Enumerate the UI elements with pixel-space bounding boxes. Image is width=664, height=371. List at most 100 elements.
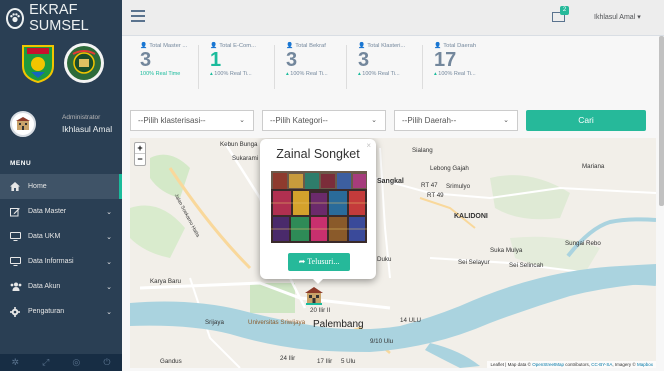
explore-button[interactable]: ➦ Telusuri... (288, 253, 350, 271)
sidebar-item-data-akun[interactable]: Data Akun ⌄ (0, 274, 122, 299)
license-link[interactable]: CC-BY-SA (591, 362, 612, 367)
chevron-down-icon: ⌄ (106, 258, 112, 266)
map-label: Suka Mulya (490, 247, 523, 254)
map-label: RT 49 (427, 192, 444, 199)
map-label: 20 Ilir II (310, 307, 331, 314)
select-value: --Pilih Daerah-- (402, 116, 457, 125)
power-icon[interactable]: ⏻ (103, 357, 110, 368)
desktop-icon (10, 232, 24, 241)
page-scrollbar[interactable] (659, 36, 664, 206)
select-value: --Pilih Kategori-- (270, 116, 328, 125)
top-nav: 2 Ikhlasul Amal ▾ (122, 0, 664, 36)
sidebar-item-data-master[interactable]: Data Master ⌄ (0, 199, 122, 224)
users-icon (10, 282, 24, 291)
mail-count-badge: 2 (560, 6, 569, 15)
sidebar: EKRAF SUMSEL Administrator Ikhlasul Amal… (0, 0, 122, 371)
main-content: 👤 Total Master ... 3 100% Real Time 👤 Tota… (122, 36, 664, 371)
map-label: Gandus (160, 358, 182, 365)
map-label: Sei Selincah (509, 262, 544, 269)
search-button[interactable]: Cari (526, 110, 646, 131)
sidebar-item-pengaturan[interactable]: Pengaturan ⌄ (0, 299, 122, 324)
attribution-text: Leaflet | Map data © (490, 362, 531, 367)
zoom-in-button[interactable]: + (135, 143, 145, 154)
tile-total-master: 👤 Total Master ... 3 100% Real Time (128, 43, 187, 91)
profile[interactable]: Administrator Ikhlasul Amal (0, 98, 122, 150)
kategori-select[interactable]: --Pilih Kategori-- ⌄ (262, 110, 386, 131)
city-emblem-icon (63, 42, 105, 84)
sidebar-footer: ✲ ⤢ ◎ ⏻ (0, 354, 122, 371)
osm-link[interactable]: OpenStreetMap (532, 362, 564, 367)
map-label: Srimulyo (446, 183, 471, 190)
chevron-down-icon: ⌄ (106, 283, 112, 291)
brand-title: EKRAF SUMSEL (29, 2, 89, 34)
sidebar-item-label: Pengaturan (28, 308, 65, 315)
chevron-down-icon: ⌄ (106, 308, 112, 316)
tile-total-daerah: 👤 Total Daerah 17 ▴ 100% Real Ti... (422, 43, 476, 91)
map-label: Sialang (412, 147, 433, 154)
chevron-down-icon: ⌄ (239, 117, 245, 124)
attribution-text: , Imagery © (612, 362, 636, 367)
tile-count: 17 (434, 49, 457, 71)
map-label: RT 47 (421, 182, 438, 189)
map-label: Sungai Rebo (565, 240, 601, 247)
map-label: 24 Ilir (280, 355, 296, 362)
map-label: Mariana (582, 163, 605, 170)
sidebar-item-label: Home (28, 183, 47, 190)
chevron-down-icon: ⌄ (106, 233, 112, 241)
map-label: Srijaya (205, 319, 224, 326)
tile-sub: 100% Real Ti... (438, 71, 476, 77)
klasterisasi-select[interactable]: --Pilih klasterisasi-- ⌄ (130, 110, 254, 131)
map-label: Universitas Sriwijaya (248, 319, 306, 326)
map-label: 9/10 Ulu (370, 338, 394, 345)
sidebar-item-data-informasi[interactable]: Data Informasi ⌄ (0, 249, 122, 274)
sidebar-item-home[interactable]: Home (0, 174, 122, 199)
caret-down-icon: ▾ (637, 14, 641, 21)
chevron-down-icon: ⌄ (503, 117, 509, 124)
gear-icon (10, 306, 24, 317)
menu-title: MENU (10, 160, 32, 167)
tile-label: Total E-Com... (219, 43, 256, 49)
stats-tiles: 👤 Total Master ... 3 100% Real Time 👤 Tota… (122, 36, 664, 94)
map-label: 17 Ilir (317, 358, 333, 365)
settings-icon[interactable]: ✲ (12, 357, 20, 368)
map-marker-icon[interactable] (303, 285, 325, 307)
map-tiles (130, 138, 656, 368)
map-label: 5 Ulu (341, 358, 356, 365)
caret-up-icon: ▴ (358, 71, 361, 77)
map-label: Lebong Gajah (430, 165, 469, 172)
daerah-select[interactable]: --Pilih Daerah-- ⌄ (394, 110, 518, 131)
fullscreen-icon[interactable]: ⤢ (42, 357, 49, 368)
map-label: Duku (377, 256, 392, 263)
province-emblem-icon (17, 42, 59, 84)
explore-button-label: Telusuri... (307, 257, 340, 266)
popup-tip (311, 277, 325, 284)
mapbox-link[interactable]: Mapbox (637, 362, 653, 367)
attribution-text: contributors, (565, 362, 591, 367)
popup-title: Zainal Songket (276, 147, 360, 161)
map-label: Sukarami (232, 155, 259, 162)
zoom-out-button[interactable]: − (135, 154, 145, 165)
tile-count: 3 (140, 49, 152, 71)
map-label: Karya Baru (150, 278, 181, 285)
map-label: Sei Selayur (458, 259, 490, 266)
paw-icon (6, 7, 25, 29)
map-label: Sangkal (377, 178, 404, 185)
brand[interactable]: EKRAF SUMSEL (0, 0, 122, 36)
sidebar-item-label: Data Informasi (28, 258, 74, 265)
select-value: --Pilih klasterisasi-- (138, 116, 206, 125)
home-icon (10, 182, 24, 191)
caret-up-icon: ▴ (210, 71, 213, 77)
menu-toggle-icon[interactable] (131, 10, 145, 22)
tile-count: 3 (358, 49, 370, 71)
tile-sub: 100% Real Ti... (290, 71, 328, 77)
eye-slash-icon[interactable]: ◎ (72, 357, 80, 368)
map-label: 14 ULU (400, 317, 421, 324)
profile-role: Administrator (62, 114, 101, 121)
caret-up-icon: ▴ (434, 71, 437, 77)
sidebar-item-data-ukm[interactable]: Data UKM ⌄ (0, 224, 122, 249)
map[interactable]: + − Kebun Bunga Sukarami Sialang Lebong … (130, 138, 656, 368)
tile-sub: 100% Real Ti... (362, 71, 400, 77)
tile-label: Total Bekraf (295, 43, 326, 49)
user-menu[interactable]: Ikhlasul Amal ▾ (594, 13, 641, 21)
tile-label: Total Master ... (149, 43, 188, 49)
